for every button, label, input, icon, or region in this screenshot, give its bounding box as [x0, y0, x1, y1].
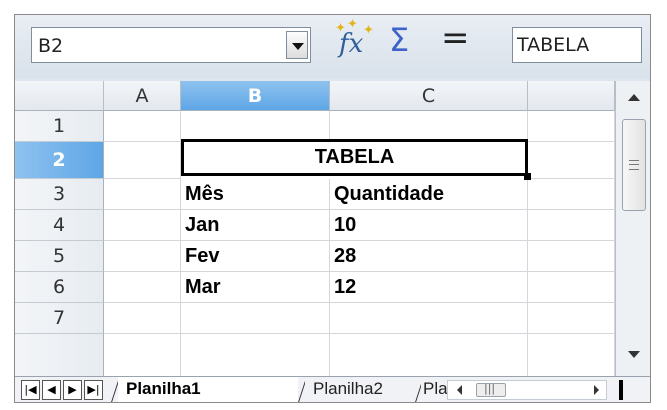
tab-planilha1[interactable]: Planilha1	[118, 377, 298, 402]
vertical-scrollbar[interactable]	[615, 81, 650, 376]
column-header-d[interactable]: D	[528, 81, 615, 111]
column-header-b[interactable]: B	[181, 81, 330, 111]
cell-d5[interactable]	[528, 241, 615, 272]
row-header-8[interactable]	[15, 334, 104, 376]
cell-a1[interactable]	[104, 111, 181, 142]
cell-d1[interactable]	[528, 111, 615, 142]
table-cell-month[interactable]: Mar	[181, 272, 330, 303]
cell-a7[interactable]	[104, 303, 181, 334]
scroll-down-icon[interactable]	[628, 351, 640, 358]
row-header-7[interactable]: 7	[15, 303, 104, 334]
scroll-left-icon[interactable]	[457, 385, 462, 395]
cell-c8[interactable]	[330, 334, 528, 376]
cell-d3[interactable]	[528, 179, 615, 210]
sum-icon[interactable]: Σ	[389, 24, 409, 56]
select-all-corner[interactable]	[15, 81, 104, 111]
cell-b7[interactable]	[181, 303, 330, 334]
row-header-1[interactable]: 1	[15, 111, 104, 142]
cell-c1[interactable]	[330, 111, 528, 142]
cell-d8[interactable]	[528, 334, 615, 376]
table-header-mes[interactable]: Mês	[181, 179, 330, 210]
row-header-4[interactable]: 4	[15, 210, 104, 241]
table-header-quantidade[interactable]: Quantidade	[330, 179, 528, 210]
formula-toolbar: B2 ✦ ✦ ✦ fx Σ = TABELA	[15, 15, 650, 78]
last-sheet-icon[interactable]: ▶|	[84, 380, 103, 400]
column-header-c[interactable]: C	[330, 81, 528, 111]
formula-input[interactable]: TABELA	[512, 27, 642, 63]
tab-planilha2[interactable]: Planilha2	[305, 377, 417, 402]
dropdown-arrow-icon[interactable]	[286, 31, 308, 59]
table-cell-month[interactable]: Jan	[181, 210, 330, 241]
horizontal-scroll-thumb[interactable]	[476, 382, 506, 397]
table-cell-quantity[interactable]: 10	[330, 210, 528, 241]
prev-sheet-icon[interactable]: ◀	[42, 380, 61, 400]
row-header-2[interactable]: 2	[15, 142, 104, 179]
cell-a2[interactable]	[104, 142, 181, 179]
cell-grid[interactable]: A B C D 1 2 3 4 5 6 7 Mês Quantidade Jan…	[15, 81, 615, 376]
cell-d7[interactable]	[528, 303, 615, 334]
scroll-up-icon[interactable]	[628, 94, 640, 101]
horizontal-scrollbar[interactable]	[447, 380, 607, 400]
cell-b1[interactable]	[181, 111, 330, 142]
cell-a6[interactable]	[104, 272, 181, 303]
table-cell-quantity[interactable]: 28	[330, 241, 528, 272]
first-sheet-icon[interactable]: |◀	[21, 380, 40, 400]
scroll-right-icon[interactable]	[594, 385, 599, 395]
sheet-tab-bar: |◀ ◀ ▶ ▶| Planilha1 Planilha2 Pla	[15, 376, 650, 402]
tab-bar-splitter[interactable]	[619, 380, 623, 400]
table-cell-quantity[interactable]: 12	[330, 272, 528, 303]
row-header-6[interactable]: 6	[15, 272, 104, 303]
equal-icon[interactable]: =	[441, 21, 470, 55]
cell-a4[interactable]	[104, 210, 181, 241]
row-header-5[interactable]: 5	[15, 241, 104, 272]
column-header-a[interactable]: A	[104, 81, 181, 111]
fill-handle[interactable]	[524, 173, 531, 180]
scroll-thumb[interactable]	[622, 119, 646, 211]
cell-d6[interactable]	[528, 272, 615, 303]
name-box-value: B2	[38, 35, 64, 57]
cell-d2[interactable]	[528, 142, 615, 179]
cell-c7[interactable]	[330, 303, 528, 334]
spreadsheet-window: B2 ✦ ✦ ✦ fx Σ = TABELA A B C D 1 2 3 4 5…	[14, 14, 651, 403]
function-wizard-icon[interactable]: ✦ ✦ ✦ fx	[333, 17, 381, 67]
cell-a3[interactable]	[104, 179, 181, 210]
cell-d4[interactable]	[528, 210, 615, 241]
name-box[interactable]: B2	[31, 27, 311, 63]
cell-a5[interactable]	[104, 241, 181, 272]
tab-planilha3[interactable]: Pla	[421, 377, 447, 402]
table-cell-month[interactable]: Fev	[181, 241, 330, 272]
next-sheet-icon[interactable]: ▶	[63, 380, 82, 400]
merged-cell-b2-c2[interactable]: TABELA	[181, 139, 528, 176]
row-header-3[interactable]: 3	[15, 179, 104, 210]
cell-a8[interactable]	[104, 334, 181, 376]
cell-b8[interactable]	[181, 334, 330, 376]
